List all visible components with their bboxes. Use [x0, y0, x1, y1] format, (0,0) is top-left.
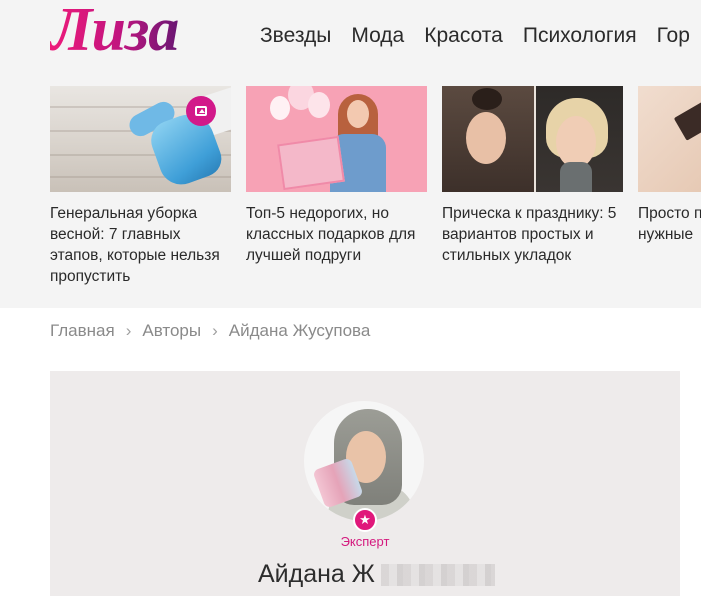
blurred-text — [380, 564, 495, 587]
breadcrumb-home[interactable]: Главная — [50, 321, 115, 341]
nav-item-beauty[interactable]: Красота — [424, 22, 503, 50]
nav-item-horoscope[interactable]: Гор — [657, 22, 690, 50]
article-card[interactable]: Генеральная уборка весной: 7 главных эта… — [50, 86, 231, 287]
article-cards: Генеральная уборка весной: 7 главных эта… — [50, 86, 701, 296]
article-card[interactable]: Прическа к празднику: 5 вариантов просты… — [442, 86, 623, 266]
article-title[interactable]: Топ-5 недорогих, но классных подарков дл… — [246, 203, 427, 266]
star-icon: ★ — [353, 508, 377, 532]
author-name: Айдана Ж — [258, 558, 495, 590]
nav-item-fashion[interactable]: Мода — [351, 22, 404, 50]
chevron-right-icon: › — [125, 321, 132, 340]
article-thumbnail[interactable] — [50, 86, 231, 192]
article-title[interactable]: Генеральная уборка весной: 7 главных эта… — [50, 203, 231, 287]
author-card: ★ Эксперт Айдана Ж — [50, 371, 680, 596]
author-avatar — [304, 401, 424, 521]
article-thumbnail[interactable] — [246, 86, 427, 192]
chevron-right-icon: › — [212, 321, 218, 340]
expert-badge: Эксперт — [340, 534, 390, 549]
article-title[interactable]: Просто п лучшие, нужные — [638, 203, 701, 245]
breadcrumb: Главная › Авторы › Айдана Жусупова — [50, 321, 370, 341]
article-card[interactable]: Просто п лучшие, нужные — [638, 86, 701, 245]
article-title[interactable]: Прическа к празднику: 5 вариантов просты… — [442, 203, 623, 266]
nav-item-stars[interactable]: Звезды — [260, 22, 331, 50]
gallery-icon — [186, 96, 216, 126]
main-nav: Звезды Мода Красота Психология Гор — [260, 22, 701, 50]
breadcrumb-authors[interactable]: Авторы — [142, 321, 201, 341]
nav-item-psychology[interactable]: Психология — [523, 22, 637, 50]
article-thumbnail[interactable] — [442, 86, 623, 192]
article-card[interactable]: Топ-5 недорогих, но классных подарков дл… — [246, 86, 427, 266]
breadcrumb-current: Айдана Жусупова — [228, 321, 371, 340]
article-thumbnail[interactable] — [638, 86, 701, 192]
site-logo[interactable]: Лиза — [50, 0, 179, 61]
